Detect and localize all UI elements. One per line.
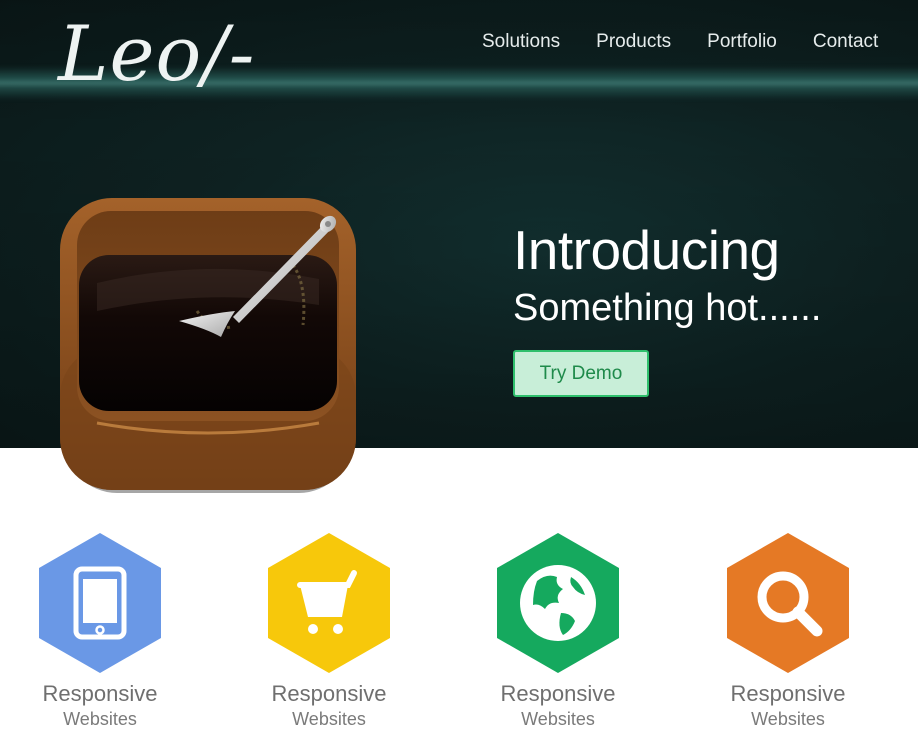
feature-title: Responsive xyxy=(500,681,616,706)
feature-title: Responsive xyxy=(730,681,846,706)
feature-title: Responsive xyxy=(42,681,158,706)
search-icon xyxy=(727,533,849,673)
feature-subtitle: Websites xyxy=(751,709,825,729)
smartphone-icon xyxy=(39,533,161,673)
nav-portfolio[interactable]: Portfolio xyxy=(707,31,777,53)
feature-responsive-websites[interactable]: Responsive Websites xyxy=(458,533,658,731)
main-nav: Solutions Products Portfolio Contact xyxy=(482,31,878,53)
feature-title: Responsive xyxy=(271,681,387,706)
feature-subtitle: Websites xyxy=(521,709,595,729)
nav-solutions[interactable]: Solutions xyxy=(482,31,560,53)
globe-icon xyxy=(497,533,619,673)
hero-subline: Something hot...... xyxy=(513,287,822,329)
nav-products[interactable]: Products xyxy=(596,31,671,53)
feature-responsive-websites[interactable]: Responsive Websites xyxy=(229,533,429,731)
feature-subtitle: Websites xyxy=(63,709,137,729)
feature-responsive-websites[interactable]: Responsive Websites xyxy=(0,533,200,731)
shopping-cart-icon xyxy=(268,533,390,673)
site-logo[interactable]: Leo/- xyxy=(58,16,256,92)
feature-subtitle: Websites xyxy=(292,709,366,729)
try-demo-button[interactable]: Try Demo xyxy=(513,350,649,397)
feature-responsive-websites[interactable]: Responsive Websites xyxy=(688,533,888,731)
hero-headline: Introducing xyxy=(513,219,780,281)
coffee-box-app-icon xyxy=(60,198,356,493)
nav-contact[interactable]: Contact xyxy=(813,31,878,53)
